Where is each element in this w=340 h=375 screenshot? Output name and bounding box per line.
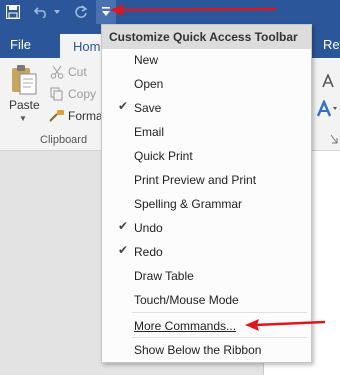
menu-item-open[interactable]: Open: [102, 72, 311, 96]
clipboard-group-label: Clipboard: [40, 134, 88, 146]
redo-icon[interactable]: [70, 0, 92, 24]
customize-qat-menu: Customize Quick Access Toolbar New Open …: [101, 24, 312, 363]
menu-item-new[interactable]: New: [102, 48, 311, 72]
save-icon[interactable]: [2, 0, 24, 24]
format-painter-button[interactable]: Forma: [48, 106, 103, 126]
font-dialog-launcher-icon[interactable]: [330, 134, 338, 144]
undo-dropdown-icon[interactable]: [52, 0, 62, 24]
menu-item-undo[interactable]: ✔ Undo: [102, 216, 311, 240]
font-size-icon[interactable]: [322, 74, 338, 88]
format-painter-label: Forma: [68, 109, 103, 123]
text-effects-icon[interactable]: [316, 100, 338, 118]
menu-item-touch-mouse-mode[interactable]: Touch/Mouse Mode: [102, 288, 311, 312]
menu-item-spelling-grammar[interactable]: Spelling & Grammar: [102, 192, 311, 216]
copy-icon: [48, 86, 66, 102]
menu-item-save[interactable]: ✔ Save: [102, 96, 311, 120]
annotation-arrow-icon: [110, 4, 277, 16]
checkmark-icon: ✔: [118, 243, 129, 257]
scissors-icon: [48, 64, 66, 80]
copy-button[interactable]: Copy: [48, 84, 96, 104]
tab-file[interactable]: File: [10, 37, 31, 52]
menu-item-redo[interactable]: ✔ Redo: [102, 240, 311, 264]
menu-title: Customize Quick Access Toolbar: [102, 25, 311, 49]
checkmark-icon: ✔: [118, 99, 129, 113]
menu-separator: [132, 312, 307, 313]
paste-icon[interactable]: [10, 64, 38, 101]
menu-item-quick-print[interactable]: Quick Print: [102, 144, 311, 168]
undo-icon[interactable]: [30, 0, 52, 24]
cut-button[interactable]: Cut: [48, 62, 87, 82]
menu-item-email[interactable]: Email: [102, 120, 311, 144]
checkmark-icon: ✔: [118, 219, 129, 233]
menu-item-print-preview[interactable]: Print Preview and Print: [102, 168, 311, 192]
cut-label: Cut: [68, 65, 87, 79]
menu-item-show-below-ribbon[interactable]: Show Below the Ribbon: [102, 338, 311, 362]
paste-dropdown-icon[interactable]: ▼: [19, 114, 27, 123]
format-painter-icon: [48, 108, 66, 124]
menu-item-draw-table[interactable]: Draw Table: [102, 264, 311, 288]
tab-references[interactable]: Ref: [323, 37, 340, 52]
paste-button[interactable]: Paste: [9, 98, 40, 112]
copy-label: Copy: [68, 87, 97, 101]
annotation-arrow-icon: [245, 319, 326, 331]
